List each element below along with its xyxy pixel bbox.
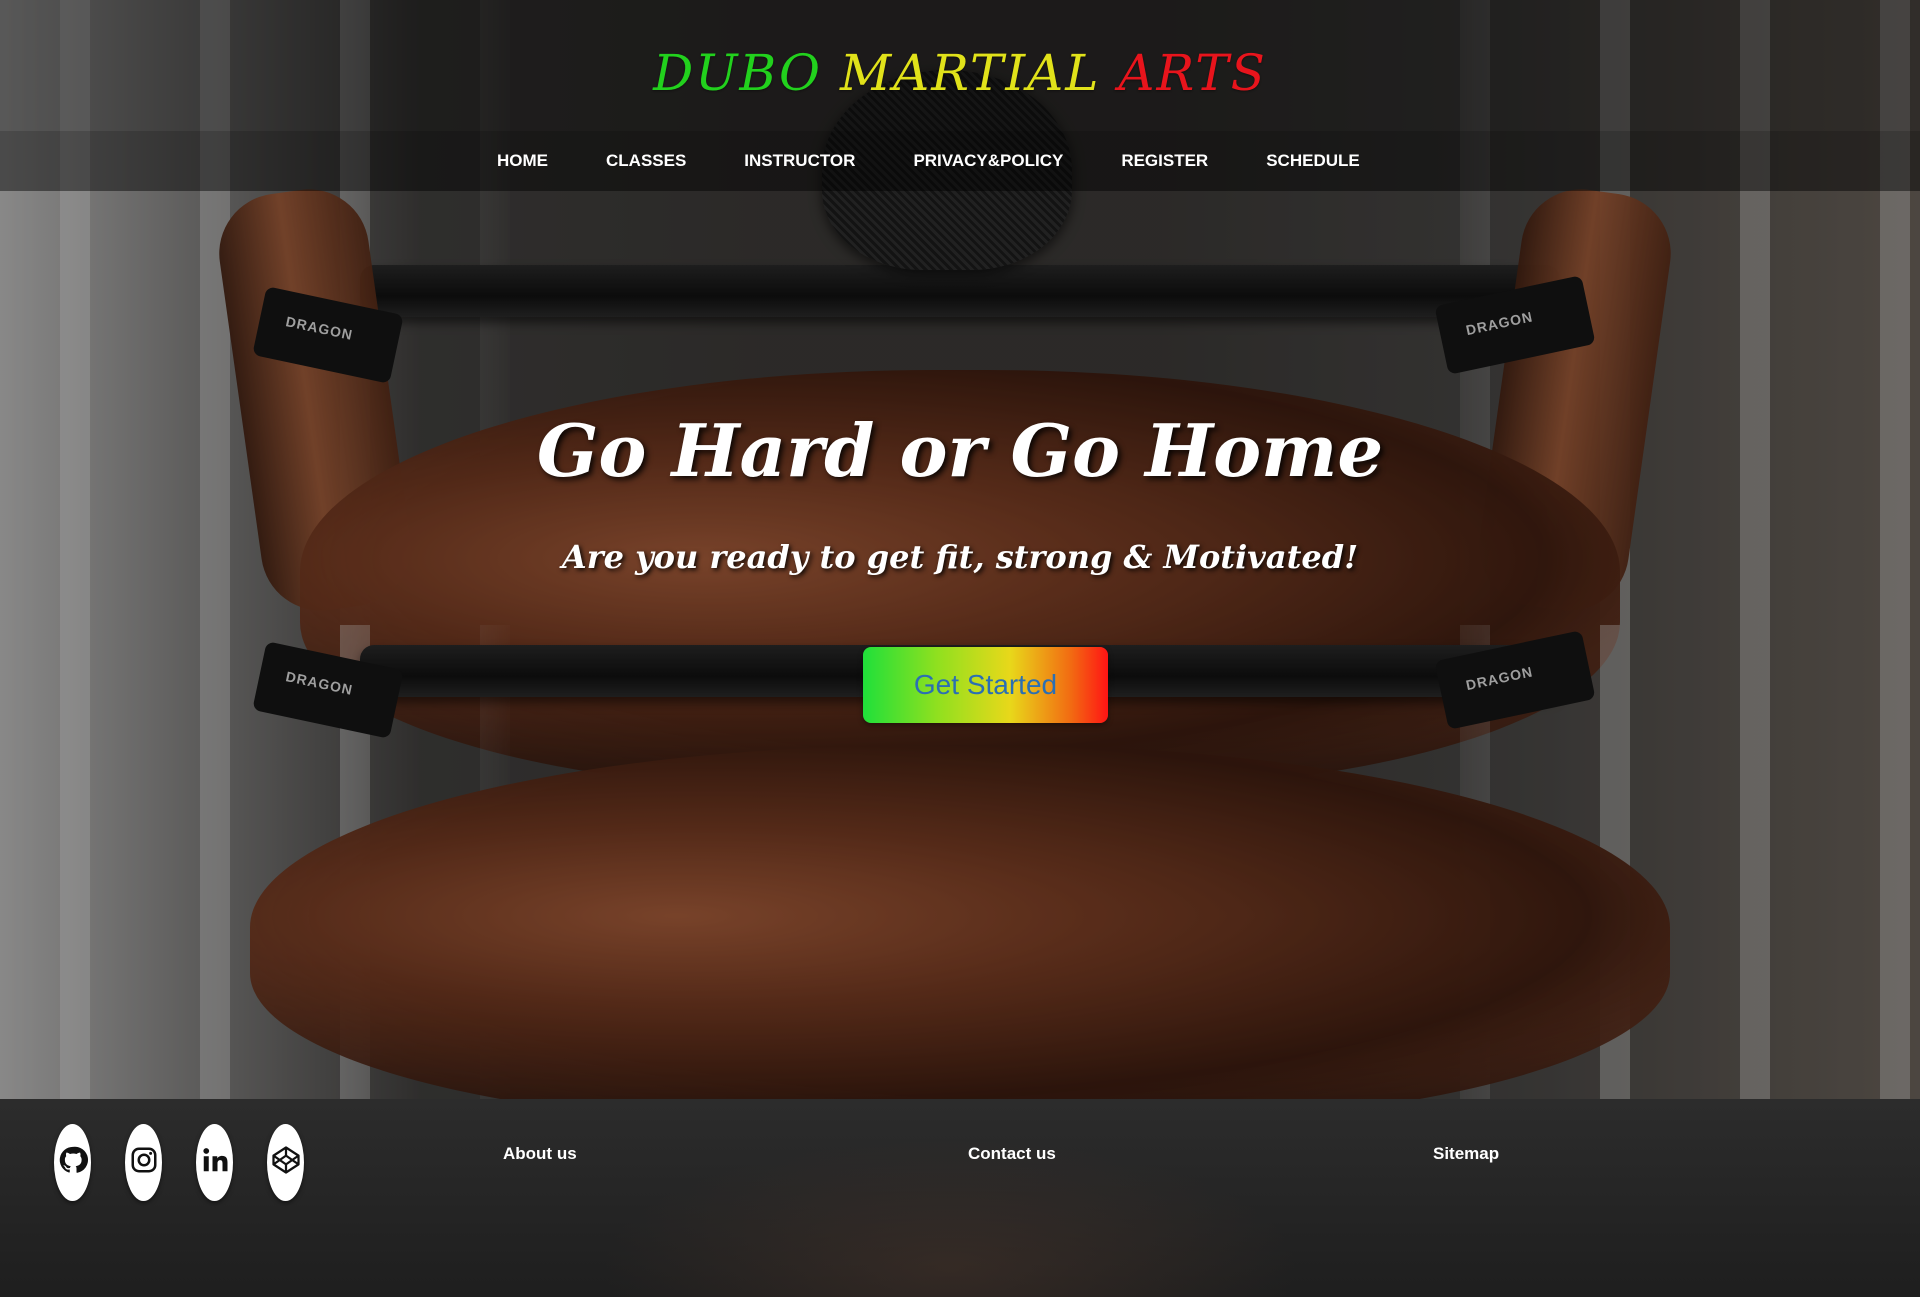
- codepen-link[interactable]: [267, 1124, 304, 1201]
- page: DRAGON DRAGON DRAGON DRAGON DUBO MARTIAL…: [0, 0, 1920, 1297]
- github-link[interactable]: [54, 1124, 91, 1201]
- brand-word-arts: ARTS: [1118, 44, 1267, 102]
- nav-items: HOME CLASSES INSTRUCTOR PRIVACY&POLICY R…: [497, 131, 1418, 191]
- nav-item-classes[interactable]: CLASSES: [606, 151, 686, 171]
- codepen-icon: [271, 1145, 301, 1180]
- brand-word-martial: MARTIAL: [839, 44, 1101, 102]
- brand-logo[interactable]: DUBO MARTIAL ARTS: [0, 44, 1920, 102]
- main-nav: HOME CLASSES INSTRUCTOR PRIVACY&POLICY R…: [0, 131, 1920, 191]
- nav-item-privacy-policy[interactable]: PRIVACY&POLICY: [913, 151, 1063, 171]
- nav-item-register[interactable]: REGISTER: [1121, 151, 1208, 171]
- github-icon: [58, 1145, 88, 1180]
- footer-link-about-us[interactable]: About us: [503, 1144, 577, 1164]
- footer: About us Contact us Sitemap: [0, 1099, 1920, 1297]
- footer-link-contact-us[interactable]: Contact us: [968, 1144, 1056, 1164]
- footer-link-sitemap[interactable]: Sitemap: [1433, 1144, 1499, 1164]
- brand-word-dubo: DUBO: [653, 44, 823, 102]
- nav-item-schedule[interactable]: SCHEDULE: [1266, 151, 1360, 171]
- hero-title: Go Hard or Go Home: [536, 408, 1384, 493]
- linkedin-link[interactable]: [196, 1124, 233, 1201]
- hero-subtitle: Are you ready to get fit, strong & Motiv…: [561, 538, 1359, 576]
- nav-item-home[interactable]: HOME: [497, 151, 548, 171]
- footer-background-image: [600, 1139, 1300, 1297]
- nav-item-instructor[interactable]: INSTRUCTOR: [744, 151, 855, 171]
- instagram-link[interactable]: [125, 1124, 162, 1201]
- linkedin-icon: [200, 1145, 230, 1180]
- instagram-icon: [129, 1145, 159, 1180]
- social-links: [54, 1124, 338, 1201]
- get-started-button[interactable]: Get Started: [863, 647, 1108, 723]
